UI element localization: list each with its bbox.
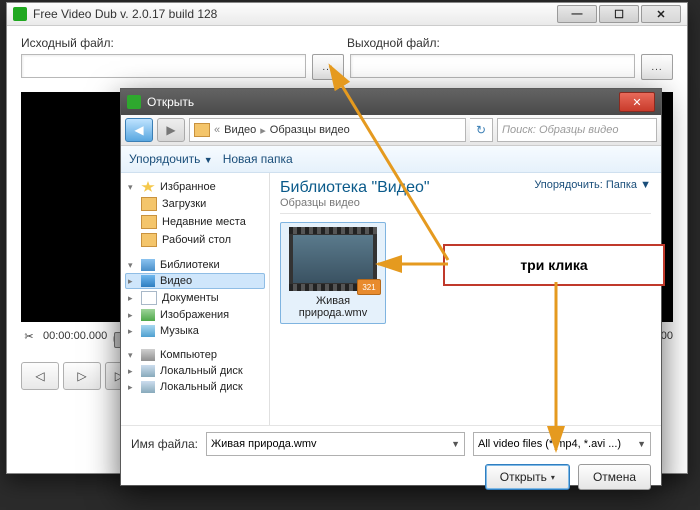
library-subtitle: Образцы видео — [280, 197, 430, 209]
refresh-button[interactable]: ↻ — [470, 118, 493, 142]
main-titlebar: Free Video Dub v. 2.0.17 build 128 — ☐ ✕ — [7, 3, 687, 26]
file-thumbnail: 321 — [289, 227, 377, 291]
breadcrumb[interactable]: « Видео ▸ Образцы видео — [189, 118, 466, 142]
source-browse-button[interactable]: ... — [312, 54, 344, 80]
annotation-callout: три клика — [443, 244, 665, 286]
tree-favorites[interactable]: ▾Избранное — [125, 179, 265, 195]
tree-downloads[interactable]: Загрузки — [125, 195, 265, 213]
maximize-button[interactable]: ☐ — [599, 5, 639, 23]
scissors-icon: ✂ — [21, 328, 37, 344]
codec-badge: 321 — [357, 279, 381, 295]
search-input[interactable]: Поиск: Образцы видео — [497, 118, 657, 142]
open-dialog: Открыть ✕ ◀ ▶ « Видео ▸ Образцы видео ↻ … — [120, 88, 662, 486]
breadcrumb-root[interactable]: Видео — [224, 124, 256, 136]
tree-recent[interactable]: Недавние места — [125, 213, 265, 231]
tree-video[interactable]: ▸Видео — [125, 273, 265, 289]
output-file-label: Выходной файл: — [347, 36, 673, 50]
tree-libraries[interactable]: ▾Библиотеки — [125, 257, 265, 273]
app-title: Free Video Dub v. 2.0.17 build 128 — [33, 7, 557, 21]
play-button[interactable]: ▷ — [63, 362, 101, 390]
dialog-icon — [127, 95, 141, 109]
filter-combo[interactable]: All video files (*.mp4, *.avi ...)▼ — [473, 432, 651, 456]
tree-desktop[interactable]: Рабочий стол — [125, 231, 265, 249]
output-file-input[interactable] — [350, 54, 635, 78]
tree-music[interactable]: ▸Музыка — [125, 323, 265, 339]
close-button[interactable]: ✕ — [641, 5, 681, 23]
sort-menu[interactable]: Упорядочить: Папка ▼ — [534, 179, 651, 191]
source-file-input[interactable] — [21, 54, 306, 78]
prev-button[interactable]: ◁ — [21, 362, 59, 390]
library-icon — [194, 123, 210, 137]
source-file-label: Исходный файл: — [21, 36, 347, 50]
dialog-title: Открыть — [147, 95, 619, 109]
breadcrumb-folder[interactable]: Образцы видео — [270, 124, 350, 136]
filename-combo[interactable]: Живая природа.wmv▼ — [206, 432, 465, 456]
output-browse-button[interactable]: ... — [641, 54, 673, 80]
file-list: Библиотека "Видео" Образцы видео Упорядо… — [270, 173, 661, 425]
dialog-close-button[interactable]: ✕ — [619, 92, 655, 112]
time-start: 00:00:00.000 — [43, 330, 107, 342]
app-icon — [13, 7, 27, 21]
tree-images[interactable]: ▸Изображения — [125, 307, 265, 323]
filename-label: Имя файла: — [131, 437, 198, 451]
tree-localdisk-2[interactable]: ▸Локальный диск — [125, 379, 265, 395]
tree-localdisk-1[interactable]: ▸Локальный диск — [125, 363, 265, 379]
file-item-selected[interactable]: 321 Живая природа.wmv — [280, 222, 386, 324]
organize-menu[interactable]: Упорядочить ▼ — [129, 152, 213, 166]
minimize-button[interactable]: — — [557, 5, 597, 23]
new-folder-button[interactable]: Новая папка — [223, 152, 293, 166]
library-title: Библиотека "Видео" — [280, 179, 430, 197]
open-button[interactable]: Открыть▾ — [485, 464, 570, 490]
nav-forward-button[interactable]: ▶ — [157, 118, 185, 142]
nav-tree: ▾Избранное Загрузки Недавние места Рабоч… — [121, 173, 270, 425]
file-name: Живая природа.wmv — [285, 295, 381, 319]
dialog-titlebar: Открыть ✕ — [121, 89, 661, 115]
tree-computer[interactable]: ▾Компьютер — [125, 347, 265, 363]
cancel-button[interactable]: Отмена — [578, 464, 651, 490]
tree-documents[interactable]: ▸Документы — [125, 289, 265, 307]
nav-back-button[interactable]: ◀ — [125, 118, 153, 142]
